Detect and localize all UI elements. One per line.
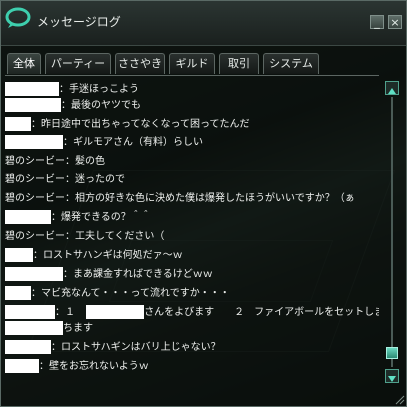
list-item: ：まあ課金すればできるけどｗｗ [5,266,213,284]
tab-trade[interactable]: 取引 [219,53,259,74]
list-item: ：爆発できるの？＾＾ [5,209,151,227]
list-item: ：昨日途中で出ちゃってなくなって困ってたんだ [5,116,250,134]
list-item: ：ロストサハンギは何処だァ～ｗ [5,247,183,265]
redacted-name [5,82,59,96]
speaker-name: 碧のシービー [5,193,65,204]
scroll-thumb[interactable] [386,347,398,359]
list-item: ：ギルモアさん（有料）らしい [5,134,203,152]
redacted-name [5,340,51,354]
minimize-button[interactable]: _ [370,15,384,29]
redacted-name [5,248,33,262]
redacted-name [5,305,55,319]
chat-bubble-icon [5,7,31,28]
redacted-name [5,210,51,224]
chat-log: ：手迷ほっこよう ：最後のヤツでも ：昨日途中で出ちゃってなくなって困ってたんだ… [5,77,379,383]
redacted-name [5,135,63,149]
redacted-name [5,321,63,335]
log-scrollbar[interactable] [385,81,399,383]
scroll-up-button[interactable] [385,81,399,95]
scroll-track[interactable] [391,97,393,367]
tab-guild[interactable]: ギルド [169,53,215,74]
tab-system[interactable]: システム [263,53,319,74]
list-item: ：最後のヤツでも [5,97,141,115]
list-item: ：マビ充なんて・・・って流れですか・・・ [5,285,230,303]
redacted-name [5,359,39,373]
redacted-name [5,286,31,300]
tab-all[interactable]: 全体 [7,53,41,74]
arrow-up-icon [388,88,396,94]
list-item: ：ロストサハギンはバリ上じゃない？ [5,339,221,357]
list-item: ：壁をお忘れないようｗ [5,358,149,376]
arrow-down-icon [388,376,396,382]
redacted-name [86,305,145,319]
close-button[interactable]: × [388,15,402,29]
speaker-name: 碧のシービー [5,174,65,185]
tab-party[interactable]: パーティー [45,53,111,74]
speaker-name: 碧のシービー [5,231,65,242]
scroll-down-button[interactable] [385,369,399,383]
tab-whisper[interactable]: ささやき [115,53,165,74]
redacted-name [5,267,63,281]
list-item: 碧のシービー：工夫してください（ [5,231,165,242]
tab-divider [5,75,379,76]
title-bar[interactable]: メッセージログ _ × [1,1,406,46]
window-title: メッセージログ [37,15,121,29]
redacted-name [5,98,61,112]
list-item: 碧のシービー：髪の色 [5,156,105,167]
speaker-name: 碧のシービー [5,156,65,167]
redacted-name [5,117,31,131]
message-log-window: メッセージログ _ × 全体 パーティー ささやき ギルド 取引 システム ：手… [0,0,407,407]
list-item: ちます [5,320,93,338]
list-item: 碧のシービー：迷ったので [5,174,125,185]
list-item: 碧のシービー：相方の好きな色に決めた僕は爆発したほうがいいですか？（ぁ [5,193,355,204]
resize-grip-icon[interactable] [393,393,405,405]
